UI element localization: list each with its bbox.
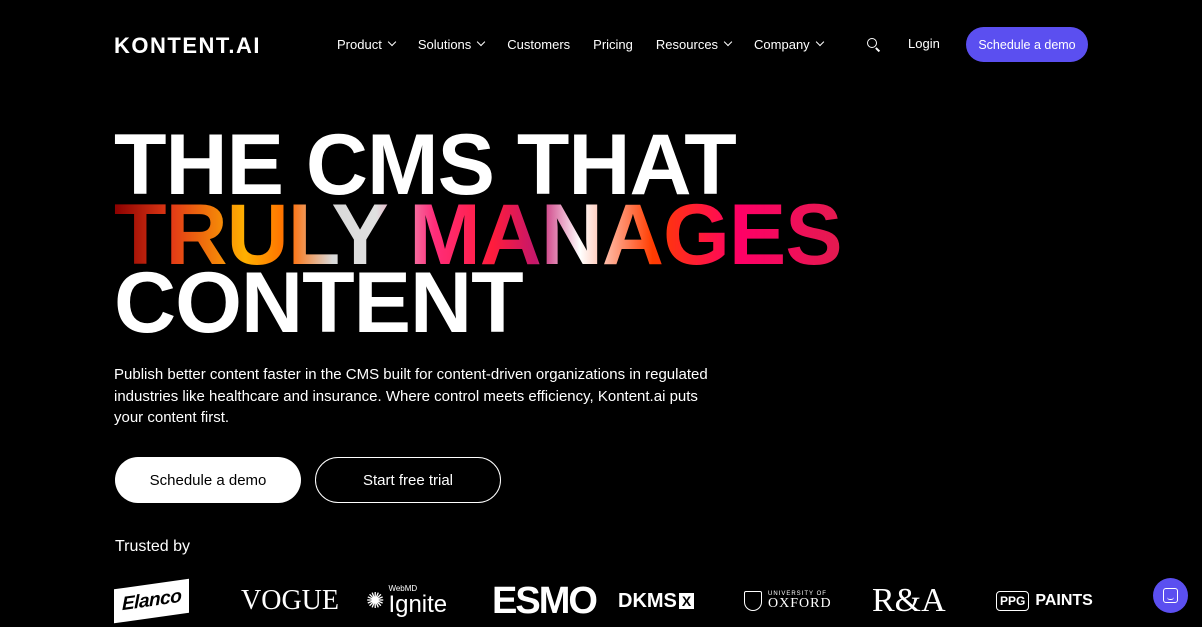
ra-logo: R&A — [872, 582, 946, 619]
chevron-down-icon — [387, 37, 397, 47]
esmo-logo: ESMO — [492, 579, 598, 622]
search-icon[interactable] — [867, 38, 881, 52]
nav-item-pricing[interactable]: Pricing — [593, 36, 633, 52]
oxford-crest-icon — [744, 591, 762, 611]
ppg-paints-logo: PPG PAINTS — [996, 578, 1093, 624]
nav-item-product[interactable]: Product — [337, 36, 397, 52]
elanco-logo: Elanco — [114, 578, 205, 624]
login-link[interactable]: Login — [908, 36, 940, 51]
oxford-logo: UNIVERSITY OF OXFORD — [744, 578, 836, 624]
hero-subtitle: Publish better content faster in the CMS… — [114, 366, 708, 426]
chevron-down-icon — [723, 37, 733, 47]
nav-item-resources[interactable]: Resources — [655, 36, 733, 52]
chat-button[interactable] — [1153, 578, 1188, 613]
nav-item-label: Pricing — [593, 36, 633, 52]
nav-item-customers[interactable]: Customers — [507, 36, 570, 52]
main-nav: Product Solutions Customers Pricing Reso… — [337, 36, 824, 52]
nav-item-label: Company — [754, 36, 810, 52]
hero-title-line-3: CONTENT — [114, 255, 524, 351]
nav-item-label: Product — [337, 36, 382, 52]
chevron-down-icon — [815, 37, 824, 47]
nav-item-solutions[interactable]: Solutions — [417, 36, 486, 52]
nav-item-label: Resources — [655, 36, 719, 52]
nav-item-label: Solutions — [417, 36, 472, 52]
schedule-demo-button[interactable]: Schedule a demo — [115, 457, 301, 503]
trusted-by-label: Trusted by — [115, 538, 190, 555]
dkms-logo: DKMS X — [618, 578, 710, 624]
nav-item-label: Customers — [507, 36, 571, 52]
customer-logos: Elanco VOGUE ✺ WebMD Ignite ESMO DKMS X U… — [114, 578, 1093, 624]
nav-item-company[interactable]: Company — [754, 36, 824, 52]
start-free-trial-button[interactable]: Start free trial — [315, 457, 501, 503]
schedule-demo-header-button[interactable]: Schedule a demo — [966, 27, 1088, 62]
chevron-down-icon — [477, 37, 486, 47]
kontent-ai-logo[interactable]: KONTENT.AI — [114, 33, 261, 59]
chat-icon — [1163, 588, 1178, 603]
vogue-logo: VOGUE — [241, 585, 339, 616]
webmd-ignite-logo: ✺ WebMD Ignite — [366, 584, 448, 618]
